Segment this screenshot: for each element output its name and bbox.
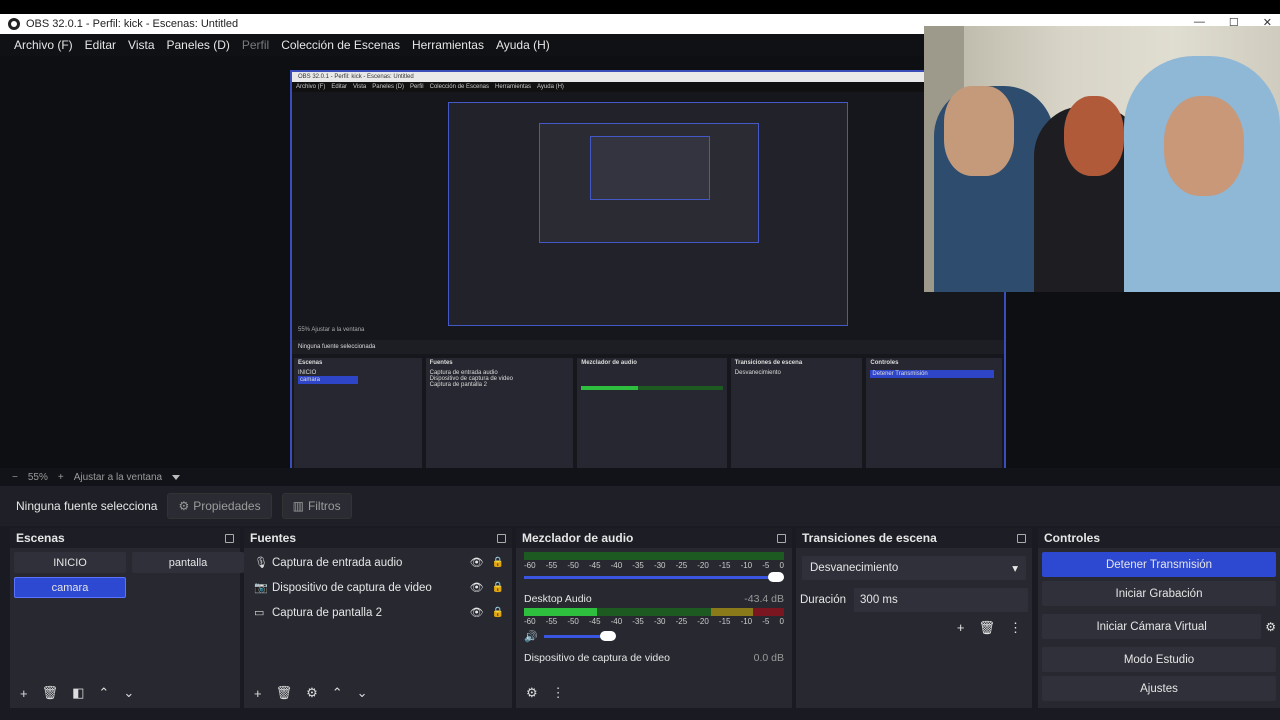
nested-menu: Archivo (F) Editar Vista Paneles (D) Perfil C… [292, 82, 1004, 92]
undock-icon[interactable] [777, 533, 786, 543]
duration-input[interactable]: 300 ms [854, 588, 1029, 612]
scene-pantalla[interactable]: pantalla [132, 552, 244, 573]
status-bar [0, 710, 1280, 720]
trash-icon[interactable]: 🗑 [276, 685, 293, 701]
nested-title: OBS 32.0.1 - Perfil: kick - Escenas: Unt… [292, 72, 1004, 82]
undock-icon[interactable] [1017, 533, 1026, 543]
zoom-in-button[interactable]: + [58, 472, 64, 483]
menu-perfil[interactable]: Perfil [242, 38, 269, 52]
filters-button[interactable]: ▥ Filtros [281, 493, 352, 519]
channel-name: Dispositivo de captura de video [524, 652, 670, 664]
scenes-dock: Escenas INICIO pantalla camara + 🗑 ◧ ⌃ ⌄ [10, 528, 244, 708]
meter-ticks: -60 -55 -50 -45 -40 -35 -30 -25 -20 -15 -10 -5 0 [524, 561, 784, 570]
add-icon[interactable]: + [20, 686, 28, 701]
add-icon[interactable]: + [254, 686, 262, 701]
volume-meter [524, 552, 784, 560]
gear-icon[interactable]: ⚙ [1265, 620, 1276, 634]
nested-preview-capture: OBS 32.0.1 - Perfil: kick - Escenas: Unt… [290, 70, 1006, 470]
nested-zoom: 55% Ajustar a la ventana [298, 327, 365, 333]
obs-logo-icon [8, 18, 20, 30]
filter-icon[interactable]: ◧ [72, 685, 84, 701]
settings-button[interactable]: Ajustes [1042, 676, 1276, 701]
scene-camara[interactable]: camara [14, 577, 126, 598]
arrow-up-icon[interactable]: ⌃ [98, 685, 109, 701]
gear-icon[interactable]: ⚙ [306, 685, 318, 701]
undock-icon[interactable] [225, 533, 234, 543]
menu-archivo[interactable]: Archivo (F) [14, 38, 73, 52]
source-toolbar: Ninguna fuente selecciona ⚙ Propiedades ▥… [0, 486, 1280, 526]
nested-status: Ninguna fuente seleccionada [292, 340, 1004, 354]
filter-icon: ▥ [292, 499, 304, 513]
eye-icon[interactable]: 👁 [470, 556, 484, 569]
arrow-down-icon[interactable]: ⌄ [123, 685, 134, 701]
lock-icon[interactable]: 🔒 [492, 607, 504, 618]
transitions-title: Transiciones de escena [802, 531, 937, 545]
zoom-out-button[interactable]: − [12, 472, 18, 483]
menu-vista[interactable]: Vista [128, 38, 154, 52]
controls-title: Controles [1044, 531, 1101, 545]
list-item[interactable]: 📷 Dispositivo de captura de video 👁 🔒 [244, 575, 512, 600]
trash-icon[interactable]: 🗑 [42, 685, 59, 701]
start-virtual-camera-button[interactable]: Iniciar Cámara Virtual [1042, 614, 1262, 639]
gears-icon[interactable]: ⚙ [526, 685, 538, 701]
properties-button[interactable]: ⚙ Propiedades [167, 493, 272, 519]
eye-icon[interactable]: 👁 [470, 606, 484, 619]
channel-db: 0.0 dB [753, 652, 784, 664]
chevron-down-icon: ▾ [1012, 563, 1018, 575]
menu-editar[interactable]: Editar [85, 38, 116, 52]
speaker-icon[interactable]: 🔊 [524, 630, 538, 643]
menu-herramientas[interactable]: Herramientas [412, 38, 484, 52]
audio-mixer-dock: Mezclador de audio -60 -55 -50 -45 -40 -35 -30… [516, 528, 792, 708]
chevron-down-icon[interactable] [172, 474, 181, 480]
zoom-value: 55% [27, 471, 48, 483]
microphone-icon: 🎙 [254, 557, 268, 569]
transitions-dock: Transiciones de escena Desvanecimiento ▾… [796, 528, 1032, 708]
start-recording-button[interactable]: Iniciar Grabación [1042, 581, 1276, 606]
webcam-video-feed [924, 26, 1280, 292]
menu-ayuda[interactable]: Ayuda (H) [496, 38, 550, 52]
nested-docks: Escenas INICIO camara Fuentes Captura de… [292, 358, 1004, 468]
monitor-icon: ▭ [254, 607, 265, 619]
sources-dock: Fuentes 🎙 Captura de entrada audio 👁 🔒 📷… [244, 528, 512, 708]
stop-stream-button[interactable]: Detener Transmisión [1042, 552, 1276, 577]
channel-db: -43.4 dB [744, 593, 784, 605]
no-source-selected-label: Ninguna fuente selecciona [16, 499, 158, 513]
controls-dock: Controles Detener Transmisión Iniciar Gr… [1038, 528, 1280, 708]
mixer-channel: Dispositivo de captura de video 0.0 dB [516, 648, 792, 668]
top-black-bar [0, 0, 1280, 14]
more-vertical-icon[interactable]: ⋮ [1009, 620, 1022, 636]
nested-inner-preview [448, 102, 848, 326]
window-title: OBS 32.0.1 - Perfil: kick - Escenas: Unt… [26, 18, 239, 30]
lock-icon[interactable]: 🔒 [492, 557, 504, 568]
gear-icon: ⚙ [178, 499, 190, 513]
volume-meter [524, 608, 784, 616]
more-vertical-icon[interactable]: ⋮ [552, 685, 565, 701]
zoom-bar: − 55% + Ajustar a la ventana [0, 468, 1280, 486]
scene-inicio[interactable]: INICIO [14, 552, 126, 573]
channel-name: Desktop Audio [524, 593, 592, 605]
undock-icon[interactable] [497, 533, 506, 543]
mixer-channel: -60 -55 -50 -45 -40 -35 -30 -25 -20 -15 -10 -5 0 [516, 548, 792, 589]
scenes-title: Escenas [16, 531, 65, 545]
volume-slider[interactable] [543, 631, 616, 641]
arrow-up-icon[interactable]: ⌃ [332, 685, 343, 701]
camera-icon: 📷 [254, 582, 268, 594]
list-item[interactable]: 🎙 Captura de entrada audio 👁 🔒 [244, 550, 512, 575]
list-item[interactable]: ▭ Captura de pantalla 2 👁 🔒 [244, 600, 512, 625]
mixer-title: Mezclador de audio [522, 531, 634, 545]
eye-icon[interactable]: 👁 [470, 581, 484, 594]
menu-paneles[interactable]: Paneles (D) [167, 38, 230, 52]
add-icon[interactable]: + [957, 620, 965, 636]
duration-label: Duración [800, 594, 847, 606]
menu-coleccion-escenas[interactable]: Colección de Escenas [281, 38, 400, 52]
volume-slider[interactable] [524, 572, 784, 582]
studio-mode-button[interactable]: Modo Estudio [1042, 647, 1276, 672]
arrow-down-icon[interactable]: ⌄ [357, 685, 368, 701]
fit-window-label[interactable]: Ajustar a la ventana [74, 472, 162, 483]
transition-select[interactable]: Desvanecimiento ▾ [802, 556, 1026, 580]
lock-icon[interactable]: 🔒 [492, 582, 504, 593]
mixer-channel: Desktop Audio -43.4 dB -60 -55 -50 -45 -40 -35… [524, 593, 784, 643]
sources-title: Fuentes [250, 531, 297, 545]
trash-icon[interactable]: 🗑 [978, 620, 995, 636]
